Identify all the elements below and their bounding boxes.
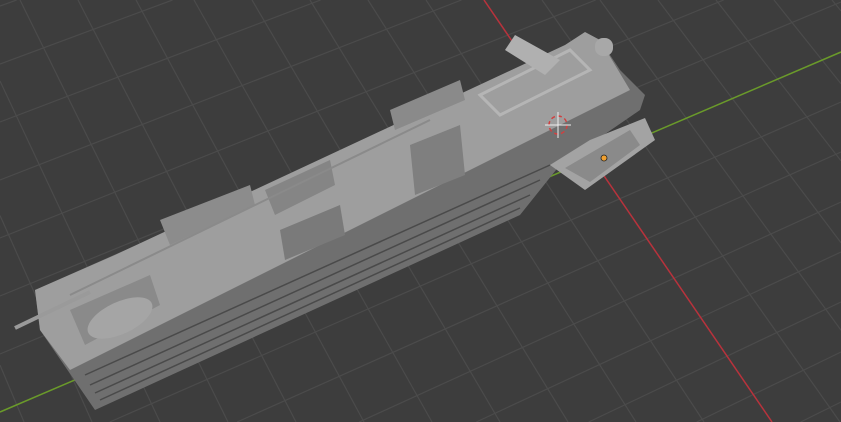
- 3d-viewport[interactable]: [0, 0, 841, 422]
- object-origin-icon: [600, 154, 608, 162]
